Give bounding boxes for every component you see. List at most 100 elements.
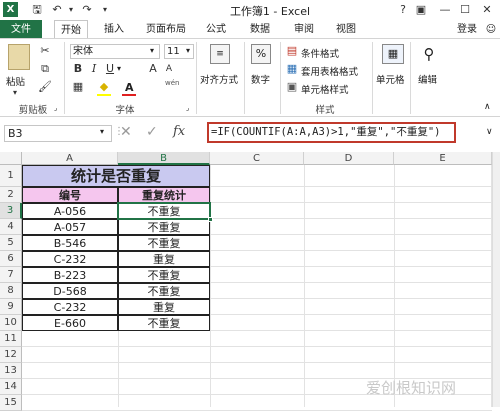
fill-color-icon[interactable]: ◆	[97, 80, 111, 94]
table-cell-id[interactable]: E-660	[22, 315, 118, 331]
row-header[interactable]: 12	[0, 347, 22, 363]
bold-button[interactable]: B	[71, 62, 85, 76]
ribbon-display-icon[interactable]: ▣	[414, 3, 428, 17]
table-cell-duplicate[interactable]: 不重复	[118, 283, 210, 299]
table-cell-id[interactable]: B-223	[22, 267, 118, 283]
tab-review[interactable]: 审阅	[288, 20, 320, 39]
table-cell-duplicate[interactable]: 不重复	[118, 219, 210, 235]
row-header[interactable]: 6	[0, 251, 22, 267]
enter-icon[interactable]: ✓	[146, 124, 158, 140]
phonetic-guide-icon[interactable]: wén	[165, 79, 179, 87]
font-name-combo[interactable]: 宋体	[70, 44, 160, 59]
row-header[interactable]: 5	[0, 235, 22, 251]
tab-data[interactable]: 数据	[244, 20, 276, 39]
underline-dropdown-icon[interactable]: ▾	[117, 64, 121, 73]
table-cell-duplicate[interactable]: 不重复	[118, 235, 210, 251]
row-header[interactable]: 10	[0, 315, 22, 331]
vertical-scrollbar[interactable]	[492, 152, 500, 407]
table-cell-id[interactable]: A-056	[22, 203, 118, 219]
table-cell-duplicate[interactable]: 重复	[118, 251, 210, 267]
cancel-icon[interactable]: ✕	[120, 124, 132, 140]
login-link[interactable]: 登录	[452, 20, 482, 39]
row-header[interactable]: 11	[0, 331, 22, 347]
header-cell-duplicate[interactable]: 重复统计	[118, 187, 210, 203]
row-header[interactable]: 15	[0, 395, 22, 411]
font-size-dropdown-icon[interactable]: ▾	[186, 46, 190, 55]
maximize-icon[interactable]: ☐	[458, 3, 472, 17]
insert-function-button[interactable]: fx	[173, 124, 185, 139]
clipboard-launcher-icon[interactable]: ⌟	[54, 104, 57, 112]
row-header[interactable]: 8	[0, 283, 22, 299]
increase-font-icon[interactable]: A	[146, 62, 160, 76]
tab-home[interactable]: 开始	[54, 20, 88, 39]
underline-button[interactable]: U	[103, 62, 117, 76]
table-cell-id[interactable]: A-057	[22, 219, 118, 235]
conditional-format-button[interactable]: 条件格式	[301, 46, 339, 60]
name-box[interactable]: B3	[4, 125, 112, 142]
table-cell-id[interactable]: B-546	[22, 235, 118, 251]
table-cell-id[interactable]: C-232	[22, 251, 118, 267]
table-format-button[interactable]: 套用表格格式	[301, 64, 358, 78]
row-header[interactable]: 4	[0, 219, 22, 235]
title-cell[interactable]: 统计是否重复	[22, 165, 210, 187]
table-cell-duplicate[interactable]: 不重复	[118, 315, 210, 331]
column-header-e[interactable]: E	[394, 152, 492, 165]
column-header-c[interactable]: C	[210, 152, 304, 165]
minimize-icon[interactable]: —	[438, 3, 452, 17]
number-format-button[interactable]: 数字	[251, 72, 270, 86]
row-header[interactable]: 14	[0, 379, 22, 395]
percent-icon[interactable]: %	[251, 44, 271, 64]
tab-formulas[interactable]: 公式	[200, 20, 232, 39]
close-icon[interactable]: ✕	[480, 3, 494, 17]
find-binoculars-icon[interactable]: ⚲	[418, 44, 440, 64]
formula-input[interactable]: =IF(COUNTIF(A:A,A3)>1,"重复","不重复")	[207, 122, 456, 143]
italic-button[interactable]: I	[87, 62, 101, 76]
quick-access-menu-icon[interactable]: ▾	[98, 3, 112, 17]
row-header[interactable]: 7	[0, 267, 22, 283]
undo-icon[interactable]: ↶	[50, 3, 64, 17]
row-header[interactable]: 3	[0, 203, 22, 219]
row-header[interactable]: 1	[0, 165, 22, 187]
font-name-dropdown-icon[interactable]: ▾	[150, 46, 154, 55]
paste-dropdown-icon[interactable]: ▾	[8, 86, 22, 100]
row-header[interactable]: 9	[0, 299, 22, 315]
tab-page-layout[interactable]: 页面布局	[140, 20, 192, 39]
column-header-a[interactable]: A	[22, 152, 118, 165]
paste-icon[interactable]	[8, 44, 30, 70]
select-all-corner[interactable]	[0, 152, 22, 165]
copy-icon[interactable]: ⧉	[38, 62, 52, 76]
row-header[interactable]: 13	[0, 363, 22, 379]
align-icon[interactable]: ≡	[210, 44, 230, 64]
expand-formula-icon[interactable]: ∨	[486, 127, 493, 137]
format-painter-icon[interactable]: 🖌	[38, 80, 52, 94]
tab-insert[interactable]: 插入	[98, 20, 130, 39]
cut-icon[interactable]: ✂	[38, 44, 52, 58]
table-cell-id[interactable]: C-232	[22, 299, 118, 315]
user-icon[interactable]: ☺	[484, 20, 498, 39]
row-header[interactable]: 2	[0, 187, 22, 203]
border-icon[interactable]: ▦	[71, 80, 85, 94]
cells-icon[interactable]: ▦	[382, 44, 404, 64]
table-cell-duplicate[interactable]: 不重复	[118, 267, 210, 283]
table-cell-duplicate[interactable]: 重复	[118, 299, 210, 315]
redo-icon[interactable]: ↷	[80, 3, 94, 17]
undo-dropdown-icon[interactable]: ▾	[64, 3, 78, 17]
decrease-font-icon[interactable]: A	[162, 62, 176, 76]
tab-file[interactable]: 文件	[0, 20, 42, 39]
tab-view[interactable]: 视图	[330, 20, 362, 39]
column-header-b[interactable]: B	[118, 152, 210, 165]
alignment-button[interactable]: 对齐方式	[200, 72, 238, 86]
fill-handle[interactable]	[208, 217, 213, 222]
help-icon[interactable]: ?	[396, 3, 410, 17]
table-cell-id[interactable]: D-568	[22, 283, 118, 299]
save-icon[interactable]: 🖫	[30, 3, 44, 17]
font-launcher-icon[interactable]: ⌟	[186, 104, 189, 112]
font-color-button[interactable]: A	[125, 81, 134, 94]
edit-button[interactable]: 编辑	[418, 72, 437, 86]
collapse-ribbon-icon[interactable]: ∧	[484, 102, 491, 112]
cells-button[interactable]: 单元格	[376, 72, 405, 86]
column-header-d[interactable]: D	[304, 152, 394, 165]
name-box-dropdown-icon[interactable]: ▾	[100, 127, 104, 136]
header-cell-id[interactable]: 编号	[22, 187, 118, 203]
cell-style-button[interactable]: 单元格样式	[301, 82, 349, 96]
